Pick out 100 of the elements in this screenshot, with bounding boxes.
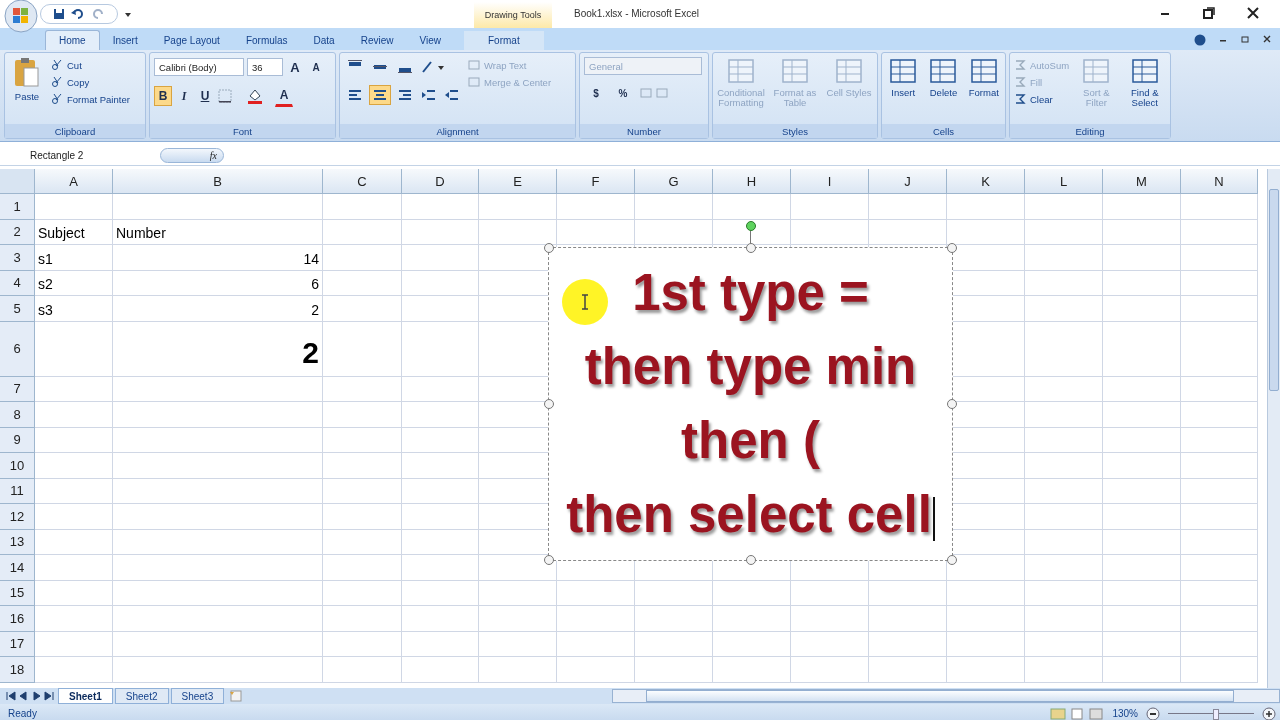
ribbon-command[interactable]: Copy xyxy=(51,76,130,88)
textbox-line: then select cell xyxy=(566,478,935,552)
font-color-button[interactable]: A xyxy=(275,85,293,107)
zoom-in-icon[interactable] xyxy=(1262,706,1276,720)
font-name-dropdown[interactable]: Calibri (Body) xyxy=(154,58,244,76)
column-header[interactable]: F xyxy=(557,169,635,194)
row-header[interactable]: 1 xyxy=(0,194,35,220)
column-header[interactable]: D xyxy=(402,169,479,194)
zoom-out-icon[interactable] xyxy=(1146,706,1160,720)
resize-handle[interactable] xyxy=(544,243,554,253)
close-icon[interactable] xyxy=(1262,34,1272,44)
customize-toolbar-icon[interactable] xyxy=(124,10,132,18)
status-text: Ready xyxy=(8,708,38,719)
grow-font-button[interactable]: A xyxy=(286,57,304,77)
ribbon-command[interactable]: Format xyxy=(966,57,1001,98)
ribbon-command[interactable]: Insert xyxy=(886,57,921,98)
spreadsheet-cell: Subject xyxy=(35,219,113,245)
row-header[interactable]: 9 xyxy=(0,427,35,453)
row-header[interactable]: 12 xyxy=(0,504,35,530)
ribbon-command[interactable]: Clear xyxy=(1014,93,1070,105)
ribbon-tab[interactable]: Format xyxy=(464,31,544,50)
sheet-tab[interactable]: Sheet1 xyxy=(58,688,113,704)
name-box[interactable]: Rectangle 2 xyxy=(0,149,160,161)
paste-button[interactable]: Paste xyxy=(9,57,45,102)
resize-handle[interactable] xyxy=(745,243,756,253)
row-header[interactable]: 11 xyxy=(0,478,35,504)
clipboard-icon xyxy=(14,57,40,89)
column-header[interactable]: N xyxy=(1181,169,1258,194)
sheet-tab[interactable]: Sheet2 xyxy=(114,688,169,704)
sheet-tab[interactable]: Sheet3 xyxy=(170,688,225,704)
group-label: Cells xyxy=(882,124,1005,138)
row-header[interactable]: 3 xyxy=(0,245,35,271)
vertical-scrollbar[interactable] xyxy=(1267,169,1280,688)
row-header[interactable]: 16 xyxy=(0,606,35,632)
row-header[interactable]: 17 xyxy=(0,631,35,657)
column-header[interactable]: B xyxy=(113,169,323,194)
pointer-highlight xyxy=(561,278,609,326)
column-header[interactable]: C xyxy=(323,169,402,194)
number-format-button[interactable]: % xyxy=(611,83,635,103)
column-header[interactable]: I xyxy=(791,169,869,194)
row-header[interactable]: 15 xyxy=(0,580,35,606)
column-header[interactable]: A xyxy=(35,169,113,194)
row-header[interactable]: 5 xyxy=(0,296,35,322)
column-header[interactable]: E xyxy=(479,169,557,194)
ribbon-tab[interactable]: Insert xyxy=(99,31,151,50)
row-header[interactable]: 13 xyxy=(0,529,35,555)
resize-handle[interactable] xyxy=(544,555,554,565)
font-style-button[interactable]: I xyxy=(175,86,193,106)
sigma-icon xyxy=(1014,59,1026,71)
insert-function-button[interactable]: fx xyxy=(160,147,224,163)
office-button[interactable] xyxy=(4,0,38,33)
column-header[interactable]: L xyxy=(1025,169,1103,194)
undo-icon[interactable] xyxy=(71,8,85,20)
close-icon[interactable] xyxy=(1246,6,1260,20)
group-label: Editing xyxy=(1010,124,1170,138)
context-tab-label: Drawing Tools xyxy=(474,2,552,28)
resize-handle[interactable] xyxy=(947,399,957,409)
ribbon-tab[interactable]: Page Layout xyxy=(150,31,233,50)
row-header[interactable]: 18 xyxy=(0,657,35,683)
restore-icon[interactable] xyxy=(1202,6,1216,20)
sheet-navigation-icon[interactable] xyxy=(4,690,56,702)
resize-handle[interactable] xyxy=(544,399,554,409)
ribbon-tab[interactable]: Home xyxy=(45,30,100,50)
slider-thumb[interactable] xyxy=(1213,708,1220,720)
ribbon-command[interactable]: Find & Select xyxy=(1123,57,1166,108)
row-header[interactable]: 7 xyxy=(0,376,35,402)
spreadsheet-cell: 6 xyxy=(113,270,323,296)
ribbon-command[interactable]: Format Painter xyxy=(51,93,130,105)
horizontal-align-icon[interactable] xyxy=(369,85,391,105)
ribbon-tab[interactable]: Data xyxy=(300,31,348,50)
shrink-font-button[interactable]: A xyxy=(307,57,325,77)
row-header[interactable]: 4 xyxy=(0,270,35,296)
column-header[interactable]: M xyxy=(1103,169,1181,194)
horizontal-scrollbar[interactable] xyxy=(612,689,1280,703)
number-format-button[interactable]: $ xyxy=(584,83,608,103)
row-header[interactable]: 10 xyxy=(0,453,35,479)
table-format-icon xyxy=(780,57,810,85)
resize-handle[interactable] xyxy=(947,243,957,253)
column-header[interactable]: G xyxy=(635,169,713,194)
help-icon[interactable] xyxy=(1194,34,1206,46)
row-header[interactable]: 2 xyxy=(0,219,35,245)
font-size-dropdown[interactable]: 36 xyxy=(247,58,283,76)
row-header[interactable]: 6 xyxy=(0,321,35,377)
resize-handle[interactable] xyxy=(947,555,957,565)
font-style-button[interactable]: B xyxy=(154,86,172,106)
ribbon-tab[interactable]: Formulas xyxy=(232,31,301,50)
font-style-button[interactable]: U xyxy=(196,86,214,106)
ribbon-tab[interactable]: View xyxy=(406,31,454,50)
column-header[interactable]: J xyxy=(869,169,947,194)
ribbon-command[interactable]: Delete xyxy=(926,57,961,98)
ribbon-command[interactable]: Cut xyxy=(51,59,130,71)
zoom-level[interactable]: 130% xyxy=(1112,708,1138,719)
resize-handle[interactable] xyxy=(745,555,756,565)
row-header[interactable]: 8 xyxy=(0,402,35,428)
column-header[interactable]: H xyxy=(713,169,791,194)
row-header[interactable]: 14 xyxy=(0,555,35,581)
save-icon[interactable] xyxy=(53,8,65,20)
ribbon-tab[interactable]: Review xyxy=(347,31,407,50)
scissors-icon xyxy=(51,59,63,71)
column-header[interactable]: K xyxy=(947,169,1025,194)
